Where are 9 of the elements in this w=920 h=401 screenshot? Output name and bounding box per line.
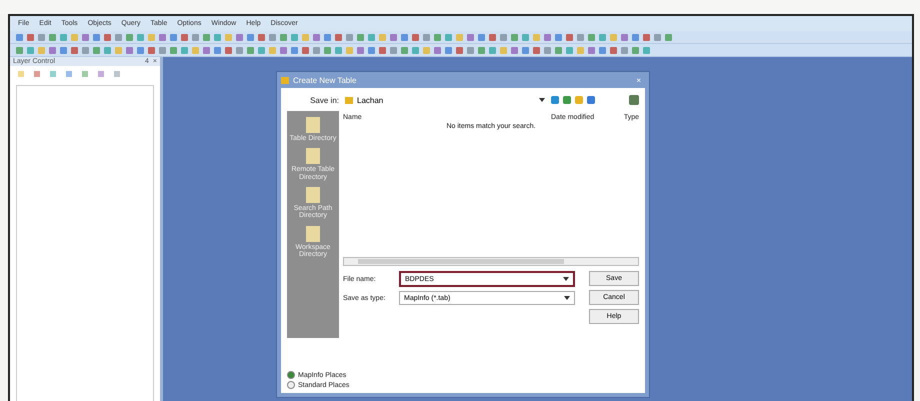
caret-icon bbox=[563, 277, 569, 281]
horizontal-scrollbar[interactable] bbox=[343, 257, 639, 266]
caret-icon bbox=[539, 98, 545, 102]
field-label: Save in: bbox=[309, 96, 339, 104]
caret-icon bbox=[564, 296, 570, 300]
radio-button[interactable] bbox=[287, 381, 295, 389]
folder-dropdown[interactable]: Lachan bbox=[345, 96, 545, 104]
radio-button[interactable] bbox=[287, 371, 295, 379]
dialog-title: Create New Table bbox=[293, 76, 358, 84]
